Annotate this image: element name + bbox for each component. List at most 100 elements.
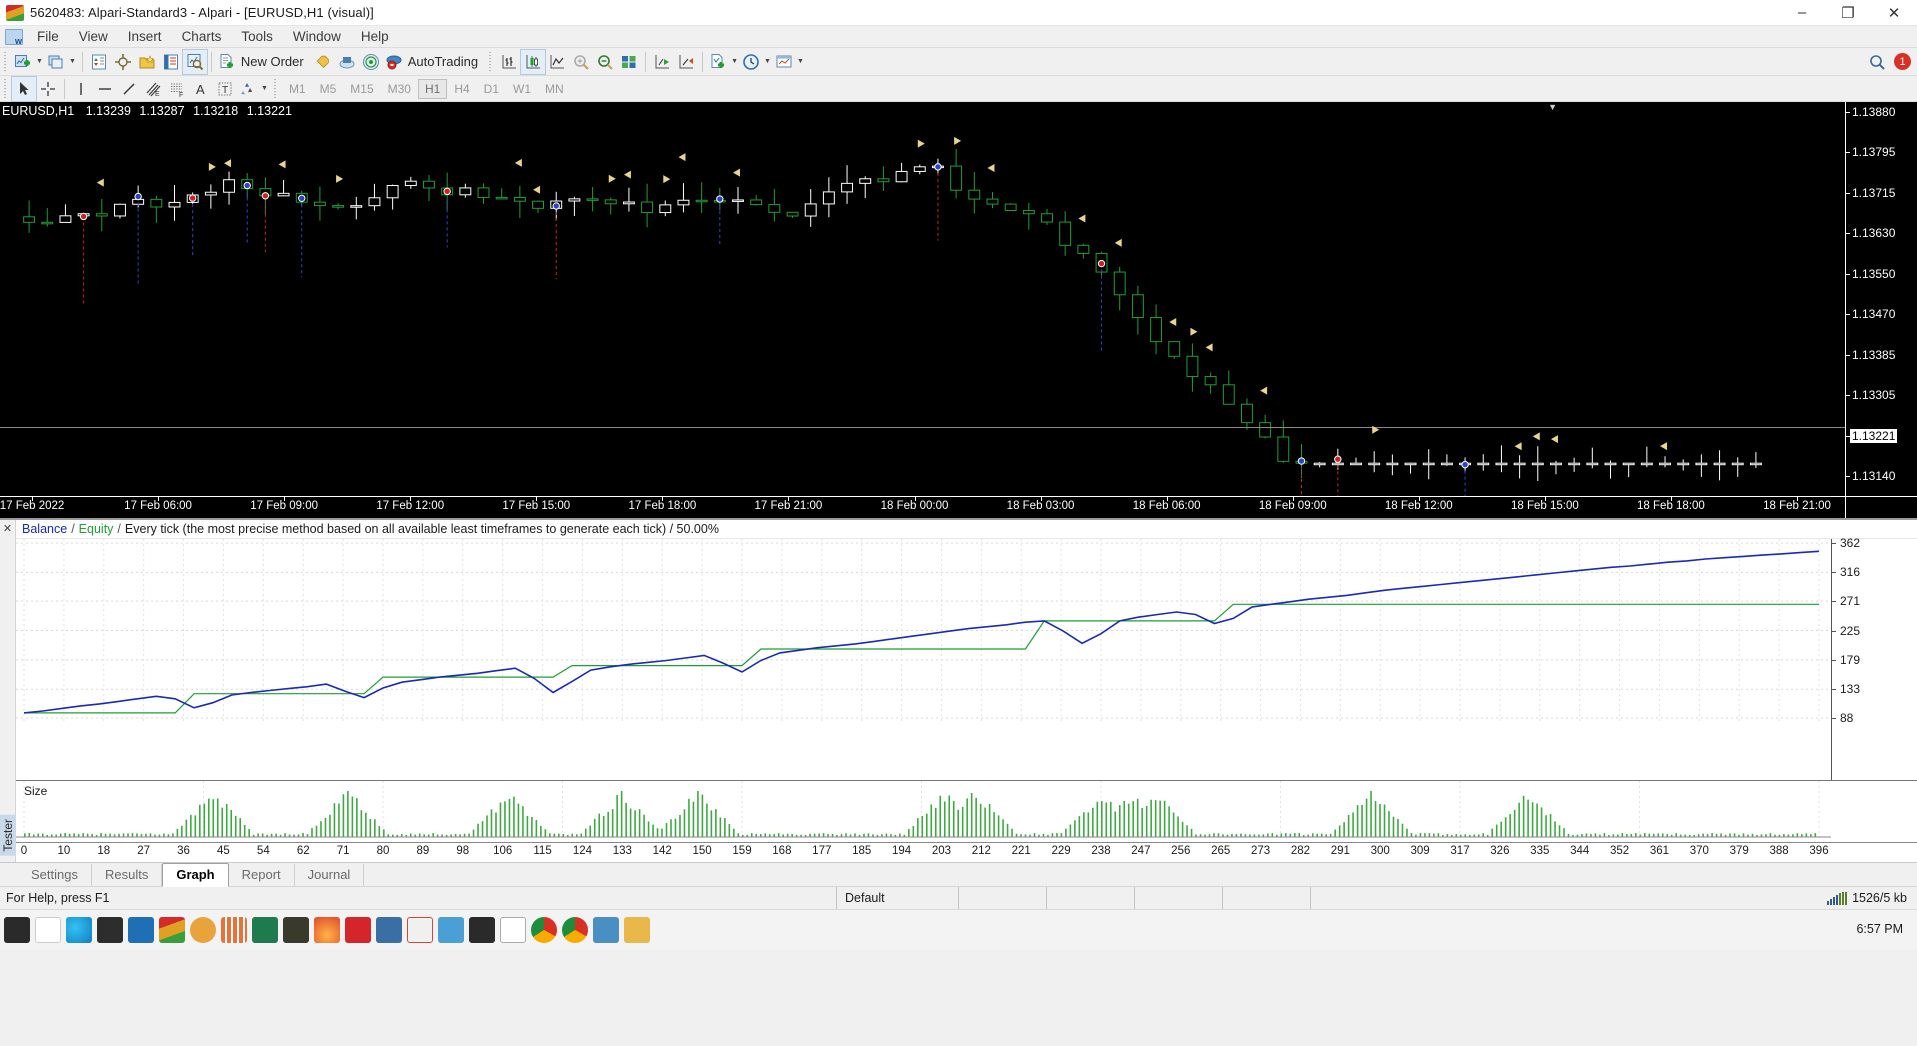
- fork-icon[interactable]: [469, 916, 495, 943]
- tab-graph[interactable]: Graph: [162, 863, 229, 887]
- price-axis[interactable]: 1.13880 1.13795 1.13715 1.13630 1.13550 1.134…: [1845, 102, 1917, 518]
- toolbar-grip[interactable]: [488, 51, 495, 72]
- timeframe-h4[interactable]: H4: [447, 79, 476, 99]
- player-icon[interactable]: [438, 916, 464, 943]
- fibonacci-button[interactable]: F: [165, 77, 189, 101]
- indicators-button[interactable]: ▼: [707, 50, 740, 74]
- tab-results[interactable]: Results: [92, 864, 163, 886]
- photos-icon[interactable]: [593, 916, 619, 943]
- line-chart-button[interactable]: [545, 50, 569, 74]
- record-icon[interactable]: [345, 916, 371, 943]
- cursor-button[interactable]: [11, 75, 37, 102]
- tab-settings[interactable]: Settings: [18, 864, 92, 886]
- minimize-button[interactable]: –: [1779, 0, 1825, 25]
- signals-button[interactable]: [359, 50, 383, 74]
- zoom-out-button[interactable]: [593, 50, 617, 74]
- menu-help[interactable]: Help: [351, 27, 399, 46]
- toolbar-grip[interactable]: [272, 78, 279, 99]
- timeframe-m5[interactable]: M5: [313, 79, 344, 99]
- timeframe-mn[interactable]: MN: [538, 79, 571, 99]
- market-watch-button[interactable]: [87, 50, 111, 74]
- time-axis[interactable]: 17 Feb 2022 17 Feb 06:00 17 Feb 09:00 17 Fe…: [0, 496, 1917, 518]
- menu-charts[interactable]: Charts: [172, 27, 232, 46]
- chevron-down-icon[interactable]: ▼: [69, 58, 76, 65]
- auto-scroll-button[interactable]: [674, 50, 698, 74]
- data-window-button[interactable]: [111, 50, 135, 74]
- menu-view[interactable]: View: [69, 27, 118, 46]
- chevron-down-icon[interactable]: ▼: [764, 58, 771, 65]
- search-icon[interactable]: [1868, 53, 1886, 71]
- equity-curve-area[interactable]: 362 316 271 225 179 133 88: [16, 536, 1917, 780]
- metaeditor-button[interactable]: [311, 50, 335, 74]
- new-order-button[interactable]: New Order: [216, 50, 311, 74]
- profiles-button[interactable]: ▼: [45, 50, 78, 74]
- terminal-icon: [163, 54, 178, 69]
- autotrading-button[interactable]: AutoTrading: [383, 50, 485, 74]
- navigator-button[interactable]: [135, 50, 159, 74]
- news-icon[interactable]: [376, 916, 402, 943]
- mql5-community-button[interactable]: [335, 50, 359, 74]
- text-label-button[interactable]: T: [213, 77, 237, 101]
- terminal-icon[interactable]: [97, 916, 123, 943]
- notification-badge[interactable]: 1: [1894, 53, 1911, 70]
- bar-chart-button[interactable]: [497, 50, 521, 74]
- toolbar-grip[interactable]: [3, 51, 9, 72]
- zoom-in-button[interactable]: [569, 50, 593, 74]
- grid-button[interactable]: [617, 50, 641, 74]
- menu-window[interactable]: Window: [283, 27, 351, 46]
- crosshair-button[interactable]: [36, 77, 60, 101]
- templates-button[interactable]: ▼: [773, 50, 806, 74]
- chart-shift-button[interactable]: [650, 50, 674, 74]
- vertical-line-button[interactable]: [69, 77, 93, 101]
- close-icon[interactable]: ✕: [3, 522, 12, 535]
- excel-icon[interactable]: [252, 916, 278, 943]
- tab-journal[interactable]: Journal: [295, 864, 365, 886]
- timeframe-m1[interactable]: M1: [282, 79, 313, 99]
- horizontal-line-button[interactable]: [93, 77, 117, 101]
- toolbar-grip[interactable]: [3, 78, 9, 99]
- menu-insert[interactable]: Insert: [118, 27, 172, 46]
- terminal-button[interactable]: [159, 50, 183, 74]
- start-icon[interactable]: [4, 916, 30, 943]
- maximize-button[interactable]: ❐: [1825, 0, 1871, 25]
- tab-report[interactable]: Report: [229, 864, 295, 886]
- fire-icon[interactable]: [314, 916, 340, 943]
- book-icon[interactable]: [283, 916, 309, 943]
- new-chart-button[interactable]: ▼: [12, 50, 45, 74]
- metatrader-icon[interactable]: [159, 916, 185, 943]
- timeframe-h1[interactable]: H1: [417, 78, 448, 99]
- editor-icon[interactable]: [500, 916, 526, 943]
- chevron-down-icon[interactable]: ▼: [36, 58, 43, 65]
- timeframe-w1[interactable]: W1: [506, 79, 538, 99]
- store-icon[interactable]: [128, 916, 154, 943]
- timeframe-d1[interactable]: D1: [477, 79, 506, 99]
- edge-icon[interactable]: [66, 916, 92, 943]
- shapes-button[interactable]: ▼: [237, 77, 270, 101]
- chevron-down-icon[interactable]: ▼: [797, 58, 804, 65]
- chevron-down-icon[interactable]: ▼: [731, 58, 738, 65]
- timeframe-m15[interactable]: M15: [343, 79, 380, 99]
- text-button[interactable]: A: [189, 77, 213, 101]
- taskbar-clock[interactable]: 6:57 PM: [1856, 922, 1917, 937]
- opera-icon[interactable]: [190, 916, 216, 943]
- chevron-down-icon[interactable]: ▼: [261, 85, 268, 92]
- search-icon[interactable]: [35, 916, 61, 943]
- trendline-button[interactable]: [117, 77, 141, 101]
- menu-tools[interactable]: Tools: [231, 27, 283, 46]
- size-histogram-area[interactable]: Size: [16, 780, 1917, 842]
- periods-button[interactable]: ▼: [740, 50, 773, 74]
- horizontal-line-icon: [99, 87, 111, 90]
- chrome2-icon[interactable]: [562, 916, 588, 943]
- equidistant-channel-button[interactable]: E: [141, 77, 165, 101]
- close-button[interactable]: ✕: [1871, 0, 1917, 25]
- chrome-icon[interactable]: [531, 916, 557, 943]
- chart-collapse-marker[interactable]: ▼: [1548, 102, 1557, 112]
- slider-icon[interactable]: [221, 916, 247, 943]
- menu-file[interactable]: File: [27, 27, 69, 46]
- strategy-tester-button[interactable]: [181, 48, 208, 75]
- folder-icon[interactable]: [624, 916, 650, 943]
- rocket-icon[interactable]: [407, 916, 433, 943]
- candlestick-chart-button[interactable]: [520, 48, 547, 75]
- price-chart[interactable]: EURUSD,H1 1.13239 1.13287 1.13218 1.1322…: [0, 102, 1917, 518]
- timeframe-m30[interactable]: M30: [381, 79, 418, 99]
